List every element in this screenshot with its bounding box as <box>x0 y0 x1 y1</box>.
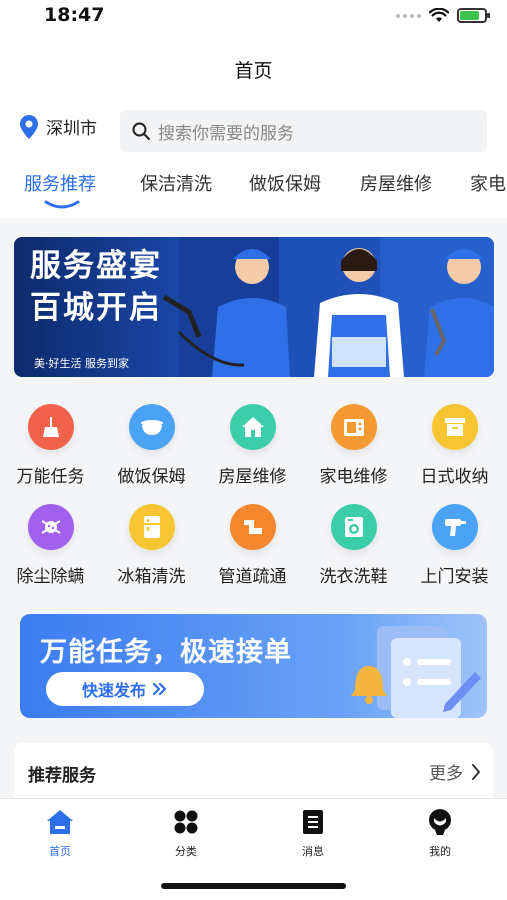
washing-machine-icon <box>330 504 377 550</box>
tabbar-home[interactable]: 首页 <box>20 807 100 859</box>
cellular-signal-icon <box>396 13 421 18</box>
city-selector[interactable]: 深圳市 <box>20 114 97 139</box>
more-label: 更多 <box>429 764 463 784</box>
tabbar-category[interactable]: 分类 <box>146 807 226 859</box>
tabbar-message[interactable]: 消息 <box>273 807 353 859</box>
tabbar-profile[interactable]: 我的 <box>400 807 480 859</box>
tab-service-recommend[interactable]: 服务推荐 <box>24 170 96 196</box>
promo-card[interactable]: 万能任务，极速接单 快速发布 <box>20 614 487 718</box>
tabbar-label: 首页 <box>49 845 71 858</box>
task-illustration <box>351 626 481 718</box>
tab-cleaning[interactable]: 保洁清洗 <box>140 170 212 196</box>
service-item-installation[interactable]: 上门安装 <box>404 504 505 587</box>
search-placeholder: 搜索你需要的服务 <box>158 123 294 144</box>
double-chevron-right-icon <box>152 683 167 695</box>
recommend-more-link[interactable]: 更多 <box>429 759 481 784</box>
house-icon <box>229 404 276 450</box>
appliance-icon <box>330 404 377 450</box>
battery-icon <box>457 8 490 23</box>
city-label: 深圳市 <box>46 119 97 139</box>
fridge-icon <box>128 504 175 550</box>
service-item-fridge-clean[interactable]: 冰箱清洗 <box>101 504 202 587</box>
pot-icon <box>128 404 175 450</box>
broom-icon <box>27 404 74 450</box>
service-label: 日式收纳 <box>420 467 489 487</box>
nav-bar: 首页 <box>0 34 507 104</box>
quick-publish-label: 快速发布 <box>81 681 146 700</box>
wifi-icon <box>429 8 449 22</box>
status-icons <box>396 8 490 23</box>
service-item-dust-mite[interactable]: 除尘除螨 <box>0 504 101 587</box>
promo-banner[interactable]: 服务盛宴 百城开启 美·好生活 服务到家 <box>14 237 494 377</box>
category-tabs: 服务推荐 保洁清洗 做饭保姆 房屋维修 家电 <box>0 160 507 218</box>
tab-house-repair[interactable]: 房屋维修 <box>360 170 432 196</box>
service-item-storage[interactable]: 日式收纳 <box>404 404 505 487</box>
service-item-appliance-repair[interactable]: 家电维修 <box>303 404 404 487</box>
status-bar: 18:47 <box>0 0 507 34</box>
tabbar-label: 消息 <box>302 845 324 858</box>
recommend-title: 推荐服务 <box>28 766 96 786</box>
storage-box-icon <box>431 404 478 450</box>
bottom-tab-bar: 首页 分类 消息 我的 <box>0 798 507 900</box>
active-tab-indicator <box>44 200 80 209</box>
service-item-laundry[interactable]: 洗衣洗鞋 <box>303 504 404 587</box>
service-label: 冰箱清洗 <box>117 567 186 587</box>
recommend-section: 推荐服务 更多 <box>14 743 493 803</box>
tabbar-label: 分类 <box>175 845 197 858</box>
search-input[interactable]: 搜索你需要的服务 <box>120 110 487 152</box>
service-item-universal-task[interactable]: 万能任务 <box>0 404 101 487</box>
page-title: 首页 <box>234 60 273 82</box>
promo-title: 万能任务，极速接单 <box>40 637 292 668</box>
service-label: 房屋维修 <box>218 467 287 487</box>
service-label: 家电维修 <box>319 467 388 487</box>
status-time: 18:47 <box>44 4 105 26</box>
service-label: 除尘除螨 <box>16 567 85 587</box>
home-indicator[interactable] <box>161 883 346 889</box>
category-icon <box>174 810 198 834</box>
tab-appliance[interactable]: 家电 <box>470 170 506 196</box>
service-item-house-repair[interactable]: 房屋维修 <box>202 404 303 487</box>
service-item-cooking[interactable]: 做饭保姆 <box>101 404 202 487</box>
message-icon <box>303 810 323 834</box>
service-grid: 万能任务 做饭保姆 房屋维修 家电维修 日式收纳 除尘除螨 冰箱清洗 管道疏通 … <box>0 392 507 602</box>
quick-publish-button[interactable]: 快速发布 <box>46 672 204 706</box>
tab-cooking-nanny[interactable]: 做饭保姆 <box>249 170 321 196</box>
chevron-right-icon <box>472 763 480 780</box>
search-row: 深圳市 搜索你需要的服务 <box>0 104 507 160</box>
service-item-pipe-dredge[interactable]: 管道疏通 <box>202 504 303 587</box>
pipe-icon <box>229 504 276 550</box>
service-label: 上门安装 <box>420 567 489 587</box>
service-label: 万能任务 <box>16 467 85 487</box>
drill-icon <box>431 504 478 550</box>
location-pin-icon <box>20 114 38 139</box>
service-label: 做饭保姆 <box>117 467 186 487</box>
mite-icon <box>27 504 74 550</box>
service-label: 管道疏通 <box>218 567 287 587</box>
search-icon <box>132 122 150 140</box>
banner-title: 服务盛宴 百城开启 <box>30 248 162 326</box>
service-label: 洗衣洗鞋 <box>319 567 388 587</box>
profile-icon <box>429 809 451 835</box>
home-icon <box>47 810 73 834</box>
tabbar-label: 我的 <box>429 845 451 858</box>
banner-tagline: 美·好生活 服务到家 <box>34 357 129 370</box>
